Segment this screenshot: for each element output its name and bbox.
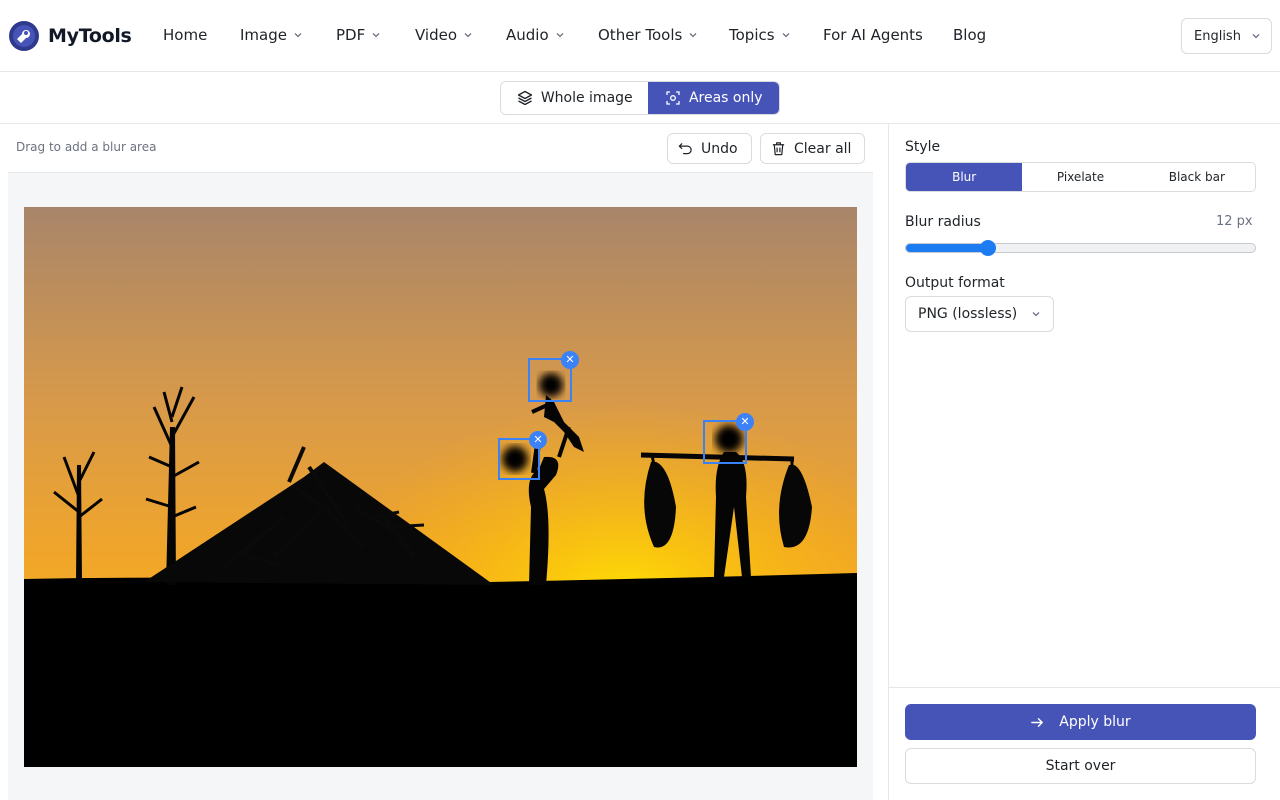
style-blur-button[interactable]: Blur [906, 163, 1023, 191]
drag-hint: Drag to add a blur area [16, 140, 157, 154]
language-value: English [1194, 28, 1241, 44]
blur-area-box[interactable]: ✕ [703, 413, 754, 464]
nav-pdf[interactable]: PDF [336, 26, 381, 44]
brand-name: MyTools [48, 25, 132, 47]
close-icon[interactable]: ✕ [529, 431, 547, 449]
start-over-button[interactable]: Start over [905, 748, 1256, 784]
slider-fill [906, 244, 988, 252]
blur-area-box[interactable]: ✕ [528, 351, 579, 402]
image-canvas[interactable]: ✕ ✕ ✕ [24, 207, 857, 767]
output-format-value: PNG (lossless) [918, 306, 1018, 322]
clear-all-label: Clear all [794, 140, 852, 157]
undo-button[interactable]: Undo [667, 133, 752, 164]
top-header: MyTools Home Image PDF Video Audio Other… [0, 0, 1280, 72]
undo-label: Undo [701, 140, 738, 157]
output-format-select[interactable]: PNG (lossless) [905, 296, 1054, 332]
nav-label: Video [415, 26, 458, 44]
nav-label: Topics [729, 26, 775, 44]
arrow-right-icon [1031, 717, 1044, 727]
style-label: Style [905, 139, 941, 155]
nav-audio[interactable]: Audio [506, 26, 565, 44]
chevron-down-icon [1252, 34, 1260, 39]
nav-label: Home [163, 26, 208, 44]
editor-workspace: Drag to add a blur area Undo Clear all ✕… [8, 124, 873, 800]
nav-image[interactable]: Image [240, 26, 303, 44]
undo-icon [678, 143, 692, 155]
chevron-down-icon [556, 33, 564, 38]
chevron-down-icon [689, 33, 697, 38]
brand-logo[interactable]: MyTools [8, 20, 132, 52]
chevron-down-icon [464, 33, 472, 38]
style-selector: Blur Pixelate Black bar [905, 162, 1256, 192]
chevron-down-icon [782, 33, 790, 38]
whole-image-button[interactable]: Whole image [501, 82, 649, 114]
image-canvas-area: ✕ ✕ ✕ [8, 173, 873, 800]
slider-thumb[interactable] [980, 240, 996, 256]
language-select[interactable]: English [1181, 18, 1272, 54]
sunset-silhouette-photo [24, 207, 857, 767]
nav-blog[interactable]: Blog [953, 26, 986, 44]
blur-radius-slider[interactable] [905, 240, 1256, 256]
nav-label: PDF [336, 26, 366, 44]
chevron-down-icon [372, 33, 380, 38]
panel-footer-divider [889, 687, 1280, 688]
blur-radius-value: 12 px [1216, 214, 1253, 229]
output-format-label: Output format [905, 275, 1005, 291]
apply-blur-label: Apply blur [1059, 714, 1131, 730]
areas-only-label: Areas only [688, 90, 763, 106]
nav-label: Other Tools [598, 26, 683, 44]
nav-topics[interactable]: Topics [729, 26, 791, 44]
blur-area-box[interactable]: ✕ [498, 431, 547, 480]
mode-bar: Whole image Areas only [0, 73, 1280, 124]
focus-scan-icon [666, 91, 680, 105]
editor-toolbar: Drag to add a blur area Undo Clear all [8, 124, 873, 173]
nav-label: Blog [953, 26, 987, 44]
blur-radius-label: Blur radius [905, 214, 981, 230]
chevron-down-icon [1032, 312, 1040, 317]
trash-icon [772, 142, 785, 156]
nav-other-tools[interactable]: Other Tools [598, 26, 698, 44]
nav-video[interactable]: Video [415, 26, 473, 44]
nav-for-ai-agents[interactable]: For AI Agents [823, 26, 923, 44]
layers-icon [517, 90, 532, 106]
settings-panel: Style Blur Pixelate Black bar Blur radiu… [889, 124, 1280, 800]
nav-label: Audio [506, 26, 549, 44]
mode-toggle: Whole image Areas only [500, 81, 780, 115]
nav-label: For AI Agents [823, 26, 923, 44]
apply-blur-button[interactable]: Apply blur [905, 704, 1256, 740]
whole-image-label: Whole image [540, 90, 633, 106]
clear-all-button[interactable]: Clear all [760, 133, 865, 164]
close-icon[interactable]: ✕ [736, 413, 754, 431]
logo-icon [9, 21, 39, 51]
close-icon[interactable]: ✕ [561, 351, 579, 369]
chevron-down-icon [294, 33, 302, 38]
nav-label: Image [240, 26, 287, 44]
areas-only-button[interactable]: Areas only [648, 82, 779, 114]
style-black-bar-button[interactable]: Black bar [1138, 163, 1255, 191]
nav-home[interactable]: Home [163, 26, 207, 44]
style-pixelate-button[interactable]: Pixelate [1022, 163, 1139, 191]
